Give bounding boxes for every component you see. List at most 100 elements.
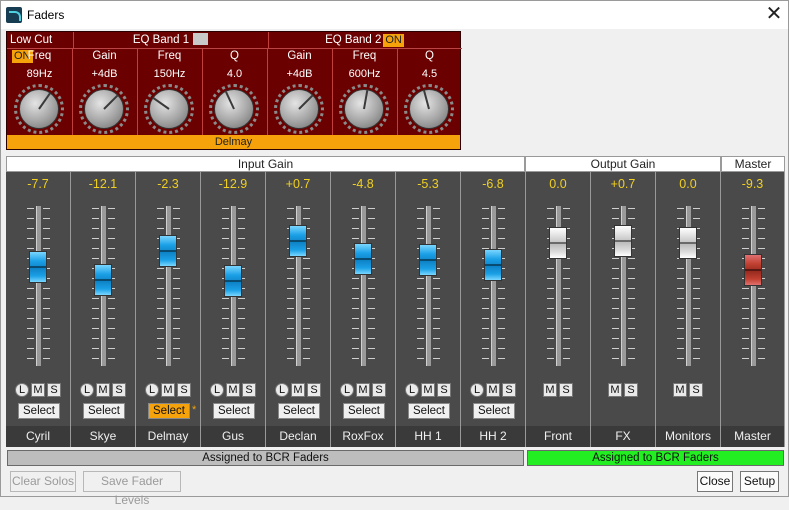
eq-knob[interactable] bbox=[274, 84, 324, 134]
eq-knob[interactable] bbox=[144, 84, 194, 134]
channel-strip: -9.3 Master bbox=[721, 172, 785, 447]
solo-button[interactable]: S bbox=[47, 383, 61, 397]
mute-button[interactable]: M bbox=[421, 383, 435, 397]
mute-button[interactable]: M bbox=[486, 383, 500, 397]
solo-button[interactable]: S bbox=[624, 383, 638, 397]
fader-track[interactable] bbox=[36, 206, 41, 366]
select-channel-button[interactable]: Select bbox=[18, 403, 60, 419]
listen-button[interactable]: L bbox=[340, 383, 354, 397]
solo-button[interactable]: S bbox=[559, 383, 573, 397]
mute-button[interactable]: M bbox=[96, 383, 110, 397]
fader-handle[interactable] bbox=[549, 226, 567, 259]
select-channel-button[interactable]: Select bbox=[213, 403, 255, 419]
fader-track[interactable] bbox=[166, 206, 171, 366]
fader-track[interactable] bbox=[426, 206, 431, 366]
fader-handle[interactable] bbox=[419, 244, 437, 277]
listen-button[interactable]: L bbox=[405, 383, 419, 397]
eq-knob[interactable] bbox=[79, 84, 129, 134]
solo-button[interactable]: S bbox=[112, 383, 126, 397]
select-channel-button[interactable]: Select bbox=[148, 403, 190, 419]
mute-button[interactable]: M bbox=[291, 383, 305, 397]
eq-param-label: Q bbox=[397, 48, 462, 63]
input-gain-header: Input Gain bbox=[6, 156, 525, 172]
fader-handle[interactable] bbox=[224, 265, 242, 298]
fader-handle[interactable] bbox=[744, 254, 762, 286]
solo-button[interactable]: S bbox=[307, 383, 321, 397]
mute-button[interactable]: M bbox=[608, 383, 622, 397]
eq-section-band2[interactable]: EQ Band 2 ON bbox=[268, 32, 460, 48]
eq-channel-name: Delmay bbox=[7, 135, 460, 149]
fader-handle[interactable] bbox=[94, 263, 112, 296]
close-button[interactable]: Close bbox=[697, 471, 733, 492]
listen-button[interactable]: L bbox=[145, 383, 159, 397]
channel-strip: -5.3 L M S Select HH 1 bbox=[396, 172, 461, 447]
solo-button[interactable]: S bbox=[502, 383, 516, 397]
fader-handle[interactable] bbox=[679, 226, 697, 259]
solo-button[interactable]: S bbox=[177, 383, 191, 397]
fader-handle[interactable] bbox=[289, 225, 307, 258]
lms-button-group: LMS bbox=[6, 383, 70, 397]
channel-strip: -12.1 L M S Select Skye bbox=[71, 172, 136, 447]
band2-on-toggle[interactable]: ON bbox=[383, 34, 404, 47]
listen-button[interactable]: L bbox=[15, 383, 29, 397]
solo-button[interactable]: S bbox=[372, 383, 386, 397]
select-channel-button[interactable]: Select bbox=[408, 403, 450, 419]
eq-param-value: 150Hz bbox=[153, 68, 186, 80]
setup-button[interactable]: Setup bbox=[740, 471, 779, 492]
selected-marker: * bbox=[192, 404, 197, 416]
eq-section-label: EQ Band 1 bbox=[132, 34, 190, 46]
mute-button[interactable]: M bbox=[31, 383, 45, 397]
solo-button[interactable]: S bbox=[242, 383, 256, 397]
fader-handle[interactable] bbox=[354, 242, 372, 275]
knob-face bbox=[149, 89, 189, 129]
mute-button[interactable]: M bbox=[356, 383, 370, 397]
band1-on-toggle[interactable] bbox=[193, 33, 209, 45]
listen-button[interactable]: L bbox=[80, 383, 94, 397]
eq-param-label: Freq bbox=[7, 48, 72, 63]
eq-param-value: +4dB bbox=[286, 68, 313, 80]
lms-button-group: LMS bbox=[266, 383, 330, 397]
eq-param-label: Freq bbox=[137, 48, 202, 63]
listen-button[interactable]: L bbox=[275, 383, 289, 397]
close-window-button[interactable]: ✕ bbox=[763, 2, 785, 26]
channel-name: HH 1 bbox=[396, 426, 460, 447]
eq-section-low-cut[interactable]: Low CutON bbox=[10, 32, 72, 63]
select-channel-button[interactable]: Select bbox=[278, 403, 320, 419]
mute-button[interactable]: M bbox=[543, 383, 557, 397]
fader-handle[interactable] bbox=[29, 250, 47, 283]
fader-track[interactable] bbox=[491, 206, 496, 366]
eq-knob[interactable] bbox=[339, 84, 389, 134]
eq-knob[interactable] bbox=[404, 84, 454, 134]
gain-readout: -12.9 bbox=[218, 177, 248, 191]
fader-track[interactable] bbox=[751, 206, 756, 366]
eq-section-label: Low Cut bbox=[10, 34, 53, 46]
solo-button[interactable]: S bbox=[689, 383, 703, 397]
gain-readout: 0.0 bbox=[549, 177, 567, 191]
select-channel-button[interactable]: Select bbox=[343, 403, 385, 419]
mute-button[interactable]: M bbox=[226, 383, 240, 397]
listen-button[interactable]: L bbox=[470, 383, 484, 397]
lms-button-group: LMS bbox=[71, 383, 135, 397]
channel-name: Declan bbox=[266, 426, 330, 447]
listen-button[interactable]: L bbox=[210, 383, 224, 397]
save-fader-levels-button[interactable]: Save Fader Levels bbox=[83, 471, 181, 507]
eq-param-value: 4.5 bbox=[421, 68, 438, 80]
fader-handle[interactable] bbox=[484, 249, 502, 282]
eq-knob[interactable] bbox=[14, 84, 64, 134]
eq-knob[interactable] bbox=[209, 84, 259, 134]
mute-button[interactable]: M bbox=[161, 383, 175, 397]
select-channel-button[interactable]: Select bbox=[83, 403, 125, 419]
select-channel-button[interactable]: Select bbox=[473, 403, 515, 419]
eq-section-band1[interactable]: EQ Band 1 bbox=[73, 32, 267, 48]
eq-param-label: Q bbox=[202, 48, 267, 63]
eq-param-label: Freq bbox=[332, 48, 397, 63]
mute-button[interactable]: M bbox=[673, 383, 687, 397]
gain-readout: +0.7 bbox=[610, 177, 636, 191]
clear-solos-button[interactable]: Clear Solos bbox=[10, 471, 76, 492]
fader-handle[interactable] bbox=[159, 234, 177, 267]
gain-readout: -5.3 bbox=[417, 177, 439, 191]
channel-name: RoxFox bbox=[331, 426, 395, 447]
fader-track[interactable] bbox=[361, 206, 366, 366]
solo-button[interactable]: S bbox=[437, 383, 451, 397]
fader-handle[interactable] bbox=[614, 225, 632, 258]
